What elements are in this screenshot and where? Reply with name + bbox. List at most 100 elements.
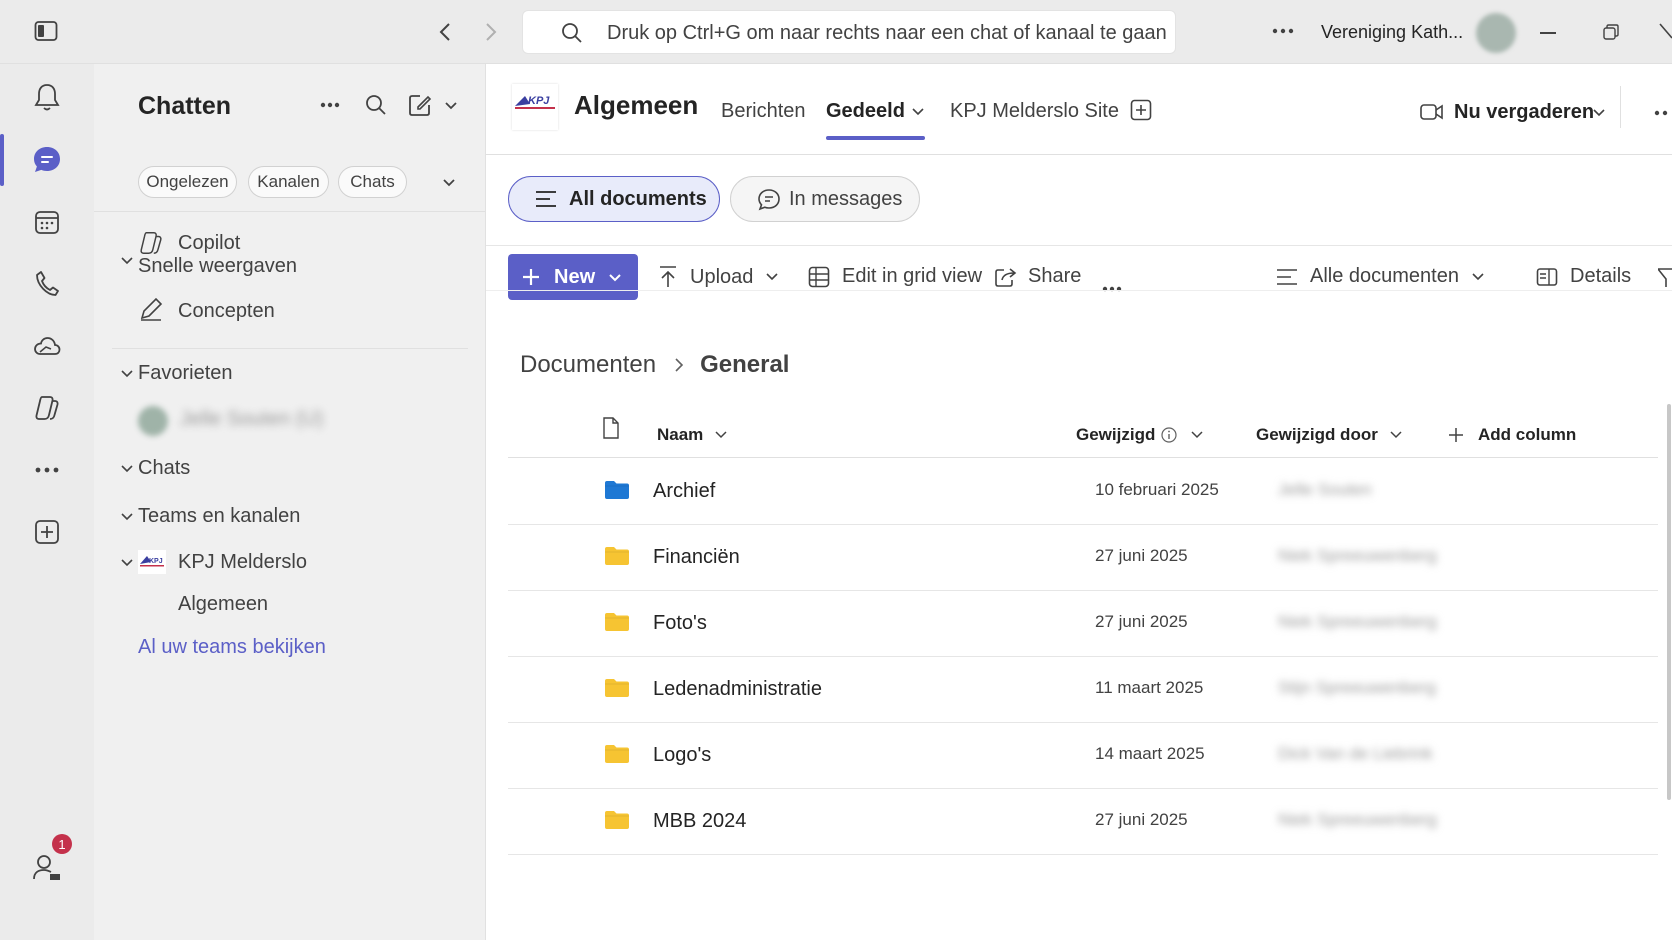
channel-main: KPJ Algemeen Berichten Gedeeld KPJ Melde…: [486, 64, 1672, 940]
table-row[interactable]: MBB 2024 27 juni 2025 Niek Spreeuwenberg: [508, 788, 1658, 855]
add-app-icon[interactable]: [30, 515, 64, 549]
in-messages-toggle[interactable]: In messages: [730, 176, 920, 222]
avatar[interactable]: [1476, 13, 1516, 53]
team-name[interactable]: KPJ Melderslo: [178, 551, 307, 574]
filter-chevron-icon[interactable]: [442, 178, 456, 188]
new-chat-icon[interactable]: [408, 93, 432, 117]
breadcrumb-documenten[interactable]: Documenten: [520, 351, 656, 379]
upload-button[interactable]: Upload: [658, 265, 779, 289]
chevron-down-icon[interactable]: [120, 558, 134, 568]
tab-berichten[interactable]: Berichten: [721, 100, 806, 123]
chat-pane: Chatten Ongelezen Kanalen Chats Copilot …: [94, 64, 486, 940]
search-placeholder: Druk op Ctrl+G om naar rechts naar een c…: [607, 22, 1167, 44]
chevron-down-icon: [608, 273, 622, 283]
folder-icon: [604, 744, 630, 764]
chat-icon[interactable]: [30, 143, 64, 177]
modified-date: 27 juni 2025: [1095, 612, 1188, 631]
tab-site[interactable]: KPJ Melderslo Site: [950, 100, 1119, 123]
calendar-icon[interactable]: [30, 205, 64, 239]
filter-unread[interactable]: Ongelezen: [138, 166, 237, 198]
modified-by: Niek Spreeuwenberg: [1278, 810, 1437, 829]
favorites-heading[interactable]: Favorieten: [138, 362, 233, 385]
notification-badge: 1: [52, 834, 72, 854]
video-camera-icon: [1420, 103, 1444, 121]
more-options-icon[interactable]: [1272, 28, 1294, 34]
new-chat-chevron-icon[interactable]: [444, 101, 458, 111]
filter-channels[interactable]: Kanalen: [248, 166, 329, 198]
add-tab-icon[interactable]: [1130, 99, 1152, 121]
modified-date: 11 maart 2025: [1095, 678, 1204, 697]
chevron-down-icon: [766, 273, 778, 281]
back-arrow-icon[interactable]: [438, 21, 452, 43]
filter-chats[interactable]: Chats: [338, 166, 407, 198]
file-name[interactable]: MBB 2024: [653, 810, 746, 833]
file-name[interactable]: Ledenadministratie: [653, 678, 822, 701]
chevron-down-icon[interactable]: [120, 256, 134, 266]
chevron-down-icon[interactable]: [120, 464, 134, 474]
table-row[interactable]: Financiën 27 juni 2025 Niek Spreeuwenberg: [508, 524, 1658, 591]
meet-now-button[interactable]: Nu vergaderen: [1420, 96, 1670, 130]
column-header-modified-by[interactable]: Gewijzigd door: [1256, 425, 1402, 445]
all-documents-toggle[interactable]: All documents: [508, 176, 720, 222]
divider: [486, 154, 1672, 155]
divider: [1620, 86, 1621, 128]
column-header-modified[interactable]: Gewijzigd: [1076, 425, 1203, 445]
chevron-down-icon[interactable]: [120, 369, 134, 379]
table-row[interactable]: Ledenadministratie 11 maart 2025 Stijn Spr…: [508, 656, 1658, 723]
bell-icon[interactable]: [30, 80, 64, 114]
forward-arrow-icon[interactable]: [484, 21, 498, 43]
modified-by: Niek Spreeuwenberg: [1278, 546, 1437, 565]
view-selector[interactable]: Alle documenten: [1276, 265, 1485, 288]
teams-channels-heading[interactable]: Teams en kanalen: [138, 505, 300, 528]
channel-item-algemeen[interactable]: Algemeen: [178, 593, 268, 616]
header-more-icon[interactable]: [1654, 110, 1670, 116]
add-column-button[interactable]: Add column: [1448, 425, 1576, 445]
folder-icon: [604, 612, 630, 632]
title-bar: Druk op Ctrl+G om naar rechts naar een c…: [0, 0, 1672, 64]
favorite-contact[interactable]: Jelle Souten (U): [180, 408, 323, 431]
minimize-icon[interactable]: [1540, 32, 1556, 34]
table-row[interactable]: Logo's 14 maart 2025 Dick Van de Liebrink: [508, 722, 1658, 789]
folder-icon: [604, 546, 630, 566]
filter-icon[interactable]: [1658, 267, 1672, 289]
org-name[interactable]: Vereniging Kath...: [1321, 22, 1463, 43]
message-icon: [757, 188, 781, 212]
divider: [94, 211, 485, 212]
file-name[interactable]: Financiën: [653, 546, 740, 569]
modified-date: 14 maart 2025: [1095, 744, 1205, 763]
edit-grid-button[interactable]: Edit in grid view: [808, 265, 982, 288]
file-name[interactable]: Archief: [653, 480, 715, 503]
table-row[interactable]: Foto's 27 juni 2025 Niek Spreeuwenberg: [508, 590, 1658, 657]
channel-title: Algemeen: [574, 90, 699, 120]
chevron-down-icon: [911, 107, 925, 117]
pane-search-icon[interactable]: [365, 94, 387, 116]
restore-icon[interactable]: [1603, 24, 1619, 40]
sidebar-toggle-icon[interactable]: [34, 20, 58, 42]
onedrive-icon[interactable]: [30, 329, 64, 363]
file-name[interactable]: Logo's: [653, 744, 711, 767]
copilot-icon[interactable]: [30, 391, 64, 425]
more-apps-icon[interactable]: [30, 453, 64, 487]
view-all-teams-link[interactable]: Al uw teams bekijken: [138, 636, 326, 659]
file-name[interactable]: Foto's: [653, 612, 707, 635]
people-help-icon[interactable]: [30, 850, 64, 884]
quick-views-heading[interactable]: Snelle weergaven: [138, 255, 297, 278]
share-icon: [995, 267, 1017, 287]
table-row[interactable]: Archief 10 februari 2025 Jelle Souten: [508, 458, 1658, 525]
phone-icon[interactable]: [30, 267, 64, 301]
pane-more-icon[interactable]: [320, 102, 340, 108]
share-button[interactable]: Share: [994, 265, 1081, 288]
search-box[interactable]: Druk op Ctrl+G om naar rechts naar een c…: [522, 10, 1176, 54]
new-button[interactable]: New: [508, 254, 638, 300]
plus-icon: [522, 268, 540, 286]
details-button[interactable]: Details: [1536, 265, 1631, 288]
drafts-label[interactable]: Concepten: [178, 300, 275, 323]
scrollbar[interactable]: [1667, 404, 1671, 800]
column-header-name[interactable]: Naam: [657, 425, 727, 445]
command-more-icon[interactable]: [1102, 286, 1122, 292]
plus-icon: [1449, 428, 1463, 442]
close-icon[interactable]: [1658, 22, 1672, 40]
file-type-icon[interactable]: [602, 417, 620, 439]
chevron-down-icon[interactable]: [120, 512, 134, 522]
chats-heading[interactable]: Chats: [138, 457, 190, 480]
